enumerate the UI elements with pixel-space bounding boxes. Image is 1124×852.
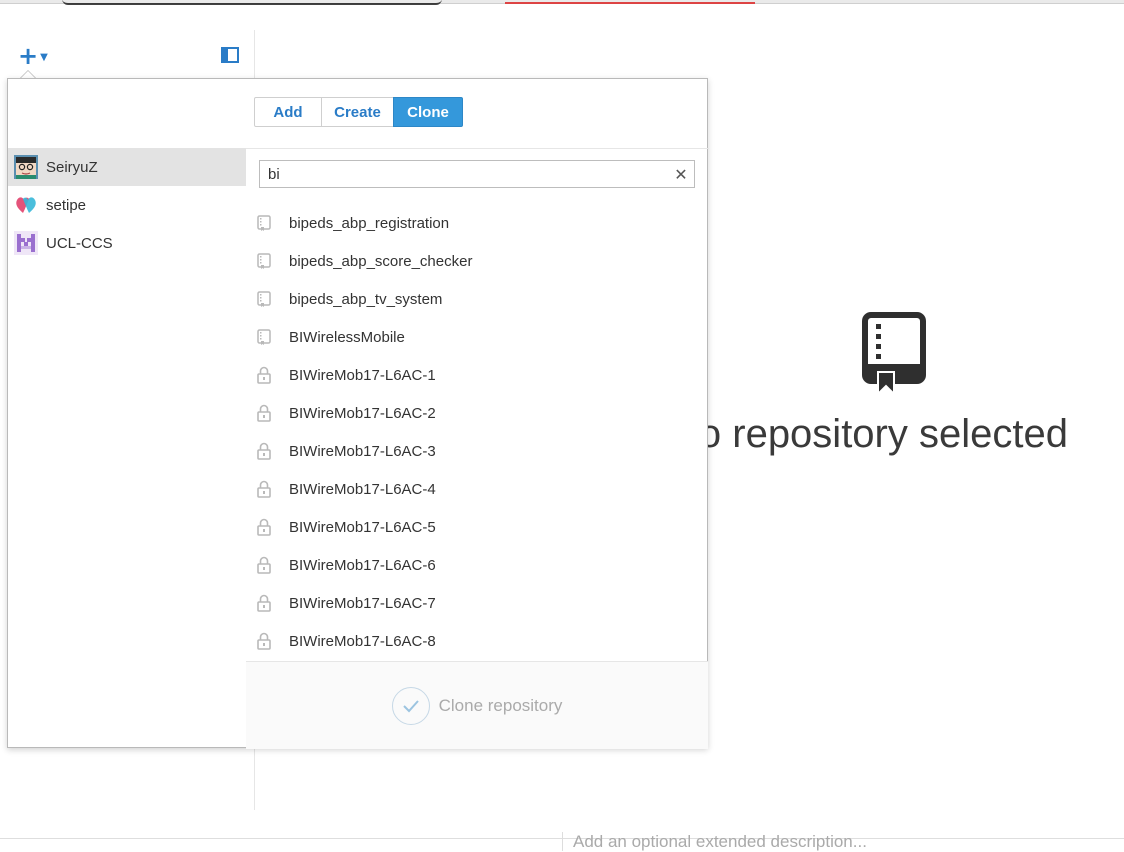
- list-item[interactable]: BIWirelessMobile: [246, 318, 709, 356]
- avatar: [14, 193, 38, 217]
- clone-footer: Clone repository: [246, 661, 708, 749]
- list-item[interactable]: BIWireMob17-L6AC-1: [246, 356, 709, 394]
- account-list: SeiryuZ setipe UCL-CCS: [8, 148, 246, 262]
- error-fragment: [505, 0, 755, 4]
- chevron-down-icon: ▼: [40, 51, 48, 63]
- repo-icon: [256, 328, 272, 346]
- repo-icon: [256, 290, 272, 308]
- tab-clone[interactable]: Clone: [393, 97, 463, 127]
- tab-add[interactable]: Add: [254, 97, 322, 127]
- tab-create[interactable]: Create: [321, 97, 394, 127]
- list-item[interactable]: BIWireMob17-L6AC-3: [246, 432, 709, 470]
- list-item[interactable]: bipeds_abp_registration: [246, 204, 709, 242]
- list-item[interactable]: bipeds_abp_tv_system: [246, 280, 709, 318]
- list-item[interactable]: BIWireMob17-L6AC-7: [246, 584, 709, 622]
- lock-icon: [256, 556, 272, 574]
- title-fragment: [62, 0, 442, 5]
- check-icon: [391, 686, 430, 725]
- list-item[interactable]: BIWireMob17-L6AC-4: [246, 470, 709, 508]
- avatar: [14, 155, 38, 179]
- repo-name: BIWirelessMobile: [289, 328, 405, 346]
- repo-name: bipeds_abp_score_checker: [289, 252, 473, 270]
- repo-icon: [256, 252, 272, 270]
- repo-search-input[interactable]: [260, 165, 668, 183]
- lock-icon: [256, 480, 272, 498]
- repo-name: BIWireMob17-L6AC-3: [289, 442, 436, 460]
- add-repository-menu-button[interactable]: + ▼: [18, 42, 48, 70]
- account-item-seiryuz[interactable]: SeiryuZ: [8, 148, 246, 186]
- empty-state-message: lo repository selected: [690, 412, 1068, 456]
- lock-icon: [256, 366, 272, 384]
- repo-name: BIWireMob17-L6AC-5: [289, 518, 436, 536]
- list-item[interactable]: BIWireMob17-L6AC-6: [246, 546, 709, 584]
- list-item[interactable]: BIWireMob17-L6AC-5: [246, 508, 709, 546]
- lock-icon: [256, 632, 272, 650]
- list-item[interactable]: bipeds_abp_score_checker: [246, 242, 709, 280]
- clone-repository-button[interactable]: Clone repository: [439, 696, 563, 716]
- list-item[interactable]: BIWireMob17-L6AC-2: [246, 394, 709, 432]
- close-icon[interactable]: ✕: [668, 165, 694, 184]
- account-item-setipe[interactable]: setipe: [8, 186, 246, 224]
- repo-name: BIWireMob17-L6AC-8: [289, 632, 436, 650]
- lock-icon: [256, 518, 272, 536]
- list-item[interactable]: BIWireMob17-L6AC-8: [246, 622, 709, 660]
- account-name: SeiryuZ: [46, 158, 98, 176]
- mode-tabs: Add Create Clone: [254, 97, 463, 127]
- account-item-ucl-ccs[interactable]: UCL-CCS: [8, 224, 246, 262]
- repo-name: bipeds_abp_tv_system: [289, 290, 443, 308]
- repo-search: ✕: [259, 160, 695, 188]
- repo-name: BIWireMob17-L6AC-6: [289, 556, 436, 574]
- repo-book-icon: [862, 312, 926, 396]
- header-divider: [246, 148, 709, 149]
- repo-icon: [256, 214, 272, 232]
- clone-repository-popup: Add Create Clone SeiryuZ setipe UCL-CCS …: [7, 78, 709, 749]
- account-name: UCL-CCS: [46, 234, 113, 252]
- repo-name: BIWireMob17-L6AC-7: [289, 594, 436, 612]
- window-top-edge: [0, 0, 1124, 5]
- sidebar-toggle-icon[interactable]: [221, 47, 239, 63]
- repo-name: bipeds_abp_registration: [289, 214, 450, 232]
- repo-name: BIWireMob17-L6AC-2: [289, 404, 436, 422]
- plus-icon: +: [18, 42, 39, 70]
- account-name: setipe: [46, 196, 87, 214]
- repository-list: bipeds_abp_registration bipeds_abp_score_…: [246, 204, 709, 660]
- repo-name: BIWireMob17-L6AC-4: [289, 480, 436, 498]
- description-field[interactable]: Add an optional extended description...: [562, 832, 867, 851]
- lock-icon: [256, 442, 272, 460]
- lock-icon: [256, 594, 272, 612]
- lock-icon: [256, 404, 272, 422]
- avatar: [14, 231, 38, 255]
- repo-name: BIWireMob17-L6AC-1: [289, 366, 436, 384]
